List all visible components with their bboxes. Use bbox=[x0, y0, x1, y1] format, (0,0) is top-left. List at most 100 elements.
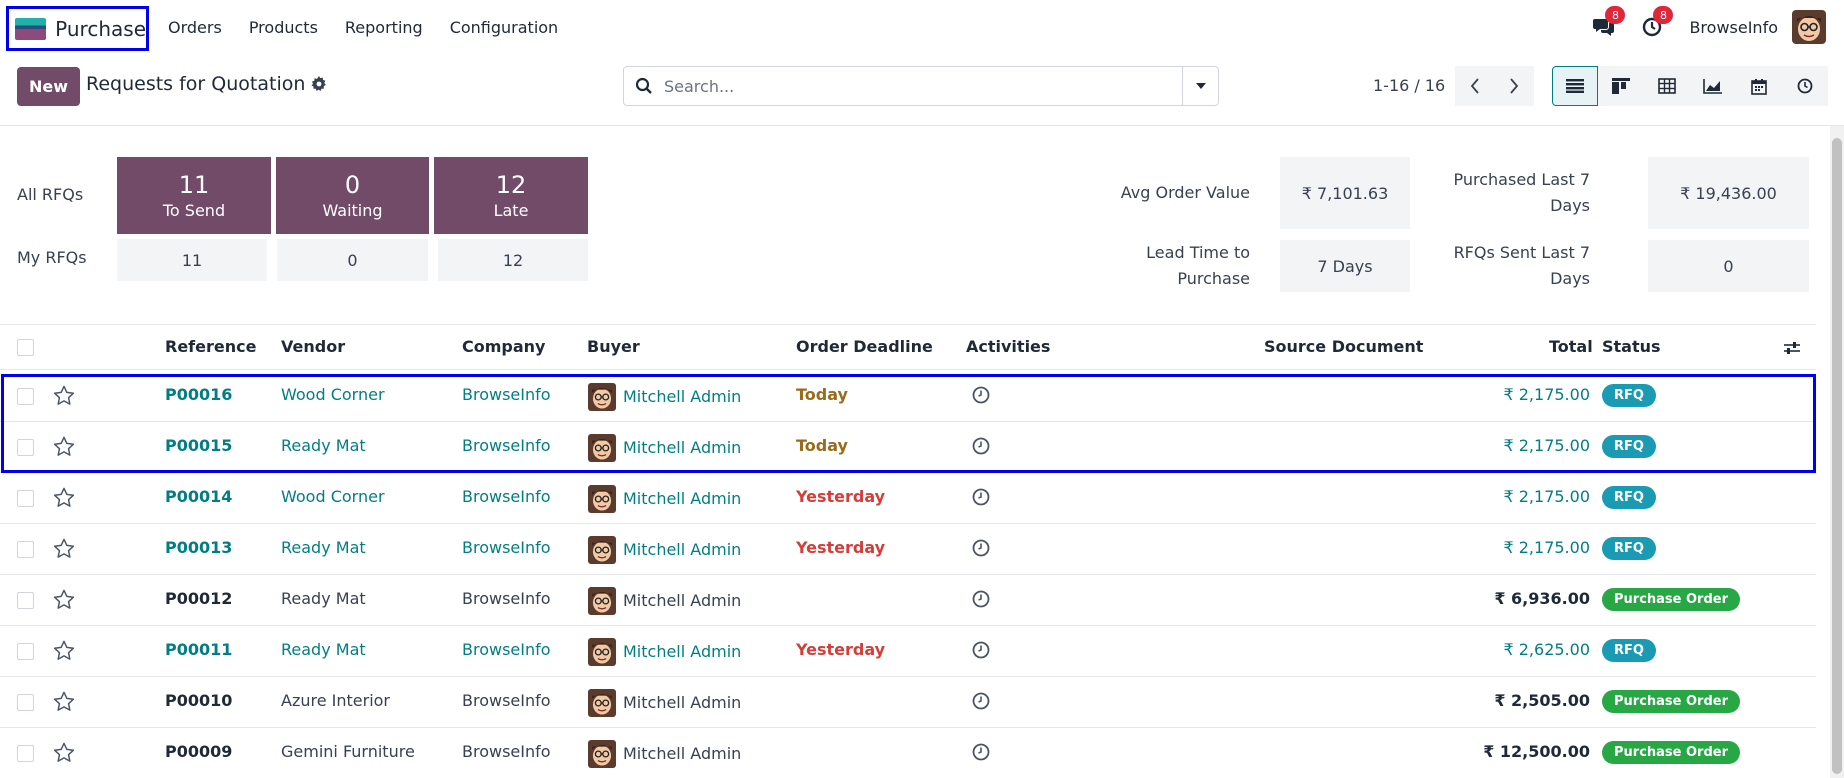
graph-view-button[interactable] bbox=[1690, 66, 1736, 106]
my-waiting-tile[interactable]: 0 bbox=[277, 239, 428, 281]
row-checkbox[interactable] bbox=[17, 439, 34, 456]
row-reference[interactable]: P00016 bbox=[165, 385, 232, 404]
table-row[interactable]: P00016 Wood Corner BrowseInfo Mitchell Admi… bbox=[0, 371, 1816, 422]
activity-clock-icon[interactable] bbox=[972, 437, 990, 459]
row-checkbox[interactable] bbox=[17, 592, 34, 609]
header-status[interactable]: Status bbox=[1602, 337, 1661, 356]
row-vendor[interactable]: Ready Mat bbox=[281, 640, 366, 659]
activity-clock-icon[interactable] bbox=[972, 743, 990, 765]
menu-configuration[interactable]: Configuration bbox=[450, 18, 559, 37]
optional-columns-icon[interactable] bbox=[1783, 340, 1801, 356]
my-to-send-tile[interactable]: 11 bbox=[117, 239, 267, 281]
row-buyer[interactable]: Mitchell Admin bbox=[623, 693, 741, 712]
row-checkbox[interactable] bbox=[17, 388, 34, 405]
row-reference[interactable]: P00012 bbox=[165, 589, 232, 608]
star-icon[interactable] bbox=[53, 640, 75, 665]
row-vendor[interactable]: Azure Interior bbox=[281, 691, 390, 710]
star-icon[interactable] bbox=[53, 538, 75, 563]
calendar-view-button[interactable] bbox=[1736, 66, 1782, 106]
activity-clock-icon[interactable] bbox=[972, 386, 990, 408]
star-icon[interactable] bbox=[53, 742, 75, 767]
table-row[interactable]: P00012 Ready Mat BrowseInfo Mitchell Admin ₹… bbox=[0, 575, 1816, 626]
activity-view-button[interactable] bbox=[1782, 66, 1828, 106]
my-late-tile[interactable]: 12 bbox=[438, 239, 588, 281]
activities-button[interactable]: 8 bbox=[1641, 6, 1674, 38]
activity-clock-icon[interactable] bbox=[972, 641, 990, 663]
scrollbar-thumb[interactable] bbox=[1832, 138, 1842, 774]
row-checkbox[interactable] bbox=[17, 745, 34, 762]
row-reference[interactable]: P00011 bbox=[165, 640, 232, 659]
row-company[interactable]: BrowseInfo bbox=[462, 436, 551, 455]
row-checkbox[interactable] bbox=[17, 541, 34, 558]
row-reference[interactable]: P00009 bbox=[165, 742, 232, 761]
table-row[interactable]: P00011 Ready Mat BrowseInfo Mitchell Admin Y… bbox=[0, 626, 1816, 677]
row-company[interactable]: BrowseInfo bbox=[462, 691, 551, 710]
star-icon[interactable] bbox=[53, 436, 75, 461]
header-buyer[interactable]: Buyer bbox=[587, 337, 640, 356]
row-checkbox[interactable] bbox=[17, 643, 34, 660]
pager-previous-button[interactable] bbox=[1455, 66, 1495, 106]
row-reference[interactable]: P00015 bbox=[165, 436, 232, 455]
kanban-view-button[interactable] bbox=[1598, 66, 1644, 106]
row-vendor[interactable]: Wood Corner bbox=[281, 385, 385, 404]
activity-clock-icon[interactable] bbox=[972, 539, 990, 561]
activity-clock-icon[interactable] bbox=[972, 488, 990, 510]
row-buyer[interactable]: Mitchell Admin bbox=[623, 387, 741, 406]
row-vendor[interactable]: Ready Mat bbox=[281, 436, 366, 455]
row-buyer[interactable]: Mitchell Admin bbox=[623, 489, 741, 508]
row-reference[interactable]: P00013 bbox=[165, 538, 232, 557]
star-icon[interactable] bbox=[53, 691, 75, 716]
header-activities[interactable]: Activities bbox=[966, 337, 1050, 356]
row-vendor[interactable]: Ready Mat bbox=[281, 538, 366, 557]
row-company[interactable]: BrowseInfo bbox=[462, 640, 551, 659]
row-buyer[interactable]: Mitchell Admin bbox=[623, 591, 741, 610]
to-send-tile[interactable]: 11 To Send bbox=[117, 157, 271, 234]
star-icon[interactable] bbox=[53, 487, 75, 512]
select-all-checkbox[interactable] bbox=[17, 339, 34, 356]
header-total[interactable]: Total bbox=[1549, 337, 1593, 356]
row-company[interactable]: BrowseInfo bbox=[462, 487, 551, 506]
menu-reporting[interactable]: Reporting bbox=[345, 18, 423, 37]
header-company[interactable]: Company bbox=[462, 337, 545, 356]
list-view-button[interactable] bbox=[1552, 66, 1598, 106]
row-company[interactable]: BrowseInfo bbox=[462, 742, 551, 761]
row-buyer[interactable]: Mitchell Admin bbox=[623, 438, 741, 457]
table-row[interactable]: P00010 Azure Interior BrowseInfo Mitchell A… bbox=[0, 677, 1816, 728]
messages-button[interactable]: 8 bbox=[1593, 6, 1626, 38]
pager-next-button[interactable] bbox=[1494, 66, 1534, 106]
search-options-toggle[interactable] bbox=[1182, 67, 1218, 105]
row-vendor[interactable]: Ready Mat bbox=[281, 589, 366, 608]
row-reference[interactable]: P00010 bbox=[165, 691, 232, 710]
pager-value[interactable]: 1-16 / 16 bbox=[1373, 76, 1445, 95]
header-reference[interactable]: Reference bbox=[165, 337, 256, 356]
menu-orders[interactable]: Orders bbox=[168, 18, 222, 37]
row-company[interactable]: BrowseInfo bbox=[462, 538, 551, 557]
late-tile[interactable]: 12 Late bbox=[434, 157, 588, 234]
header-vendor[interactable]: Vendor bbox=[281, 337, 345, 356]
header-source-document[interactable]: Source Document bbox=[1264, 337, 1423, 356]
header-order-deadline[interactable]: Order Deadline bbox=[796, 337, 933, 356]
row-buyer[interactable]: Mitchell Admin bbox=[623, 744, 741, 763]
activity-clock-icon[interactable] bbox=[972, 590, 990, 612]
row-vendor[interactable]: Wood Corner bbox=[281, 487, 385, 506]
waiting-tile[interactable]: 0 Waiting bbox=[276, 157, 429, 234]
row-buyer[interactable]: Mitchell Admin bbox=[623, 540, 741, 559]
row-reference[interactable]: P00014 bbox=[165, 487, 232, 506]
activity-clock-icon[interactable] bbox=[972, 692, 990, 714]
table-row[interactable]: P00013 Ready Mat BrowseInfo Mitchell Admin Y… bbox=[0, 524, 1816, 575]
table-row[interactable]: P00015 Ready Mat BrowseInfo Mitchell Admin T… bbox=[0, 422, 1816, 473]
star-icon[interactable] bbox=[53, 385, 75, 410]
vertical-scrollbar[interactable] bbox=[1830, 126, 1844, 778]
row-company[interactable]: BrowseInfo bbox=[462, 589, 551, 608]
row-vendor[interactable]: Gemini Furniture bbox=[281, 742, 415, 761]
menu-products[interactable]: Products bbox=[249, 18, 318, 37]
row-checkbox[interactable] bbox=[17, 694, 34, 711]
table-row[interactable]: P00009 Gemini Furniture BrowseInfo Mitchell… bbox=[0, 728, 1816, 778]
row-company[interactable]: BrowseInfo bbox=[462, 385, 551, 404]
pivot-view-button[interactable] bbox=[1644, 66, 1690, 106]
row-buyer[interactable]: Mitchell Admin bbox=[623, 642, 741, 661]
star-icon[interactable] bbox=[53, 589, 75, 614]
table-row[interactable]: P00014 Wood Corner BrowseInfo Mitchell Admi… bbox=[0, 473, 1816, 524]
user-avatar[interactable] bbox=[1792, 10, 1826, 44]
row-checkbox[interactable] bbox=[17, 490, 34, 507]
